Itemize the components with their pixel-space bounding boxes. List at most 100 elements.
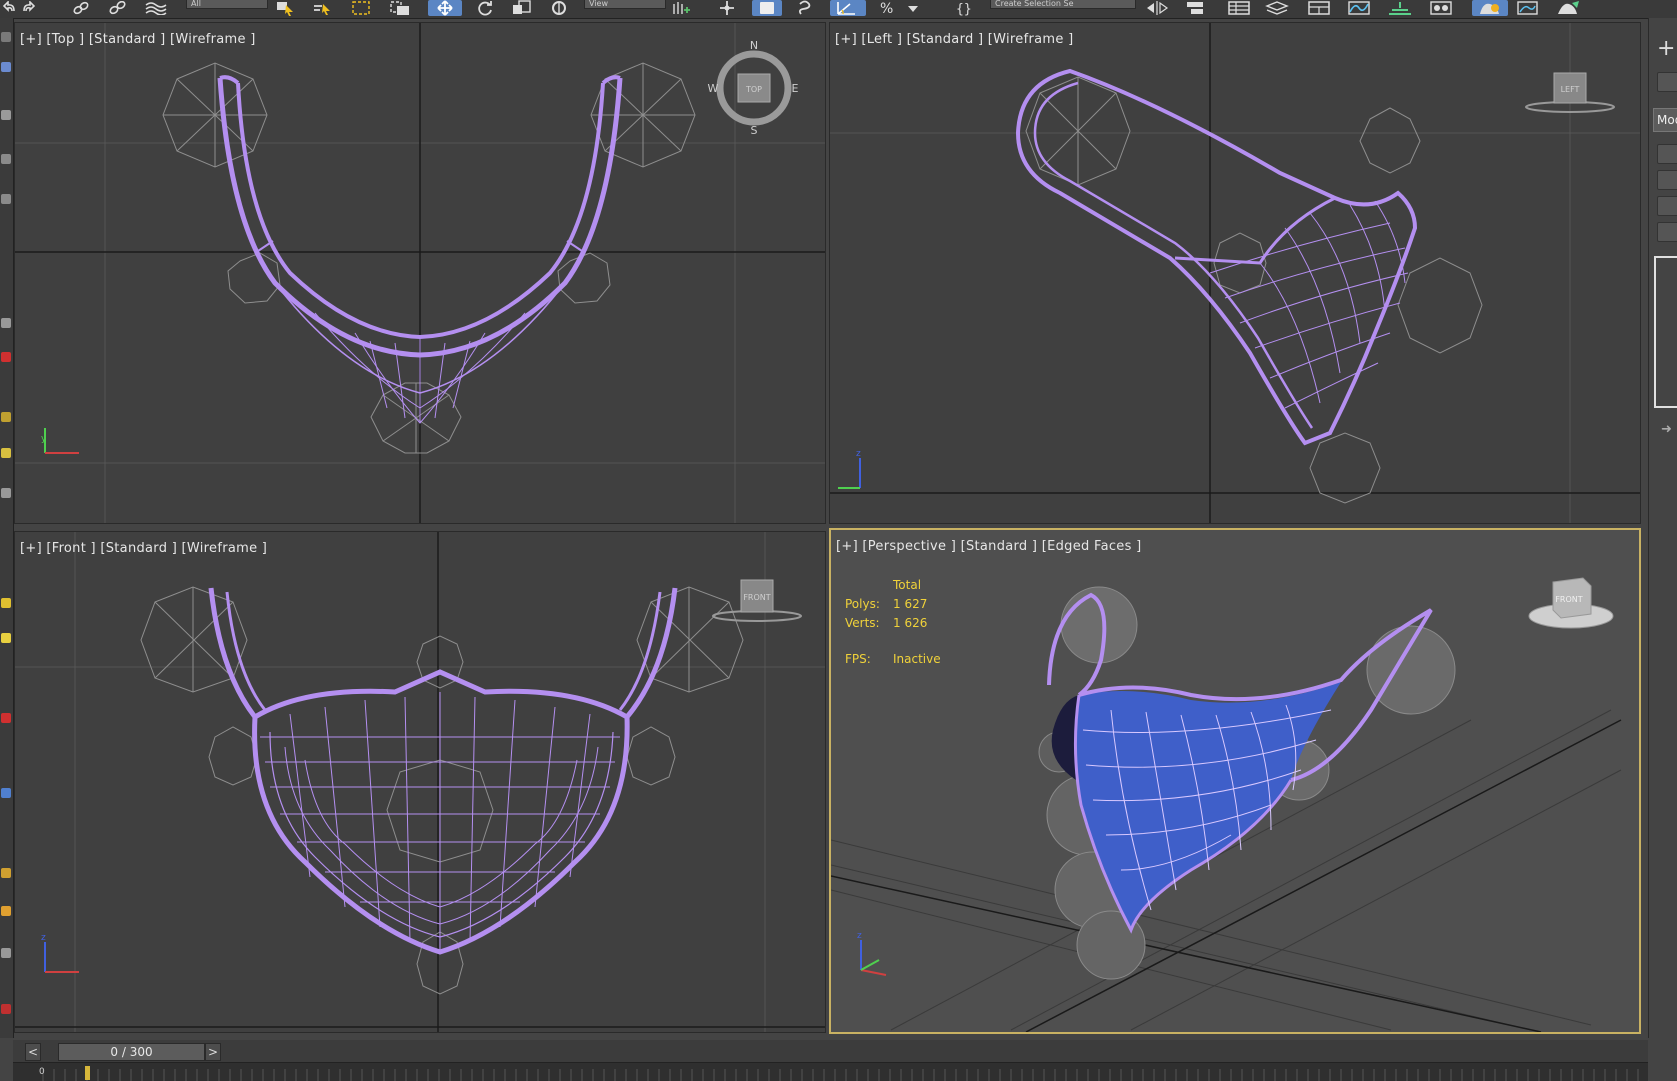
tool-icon[interactable] bbox=[1, 713, 11, 723]
tool-icon[interactable] bbox=[1, 488, 11, 498]
window-crossing-icon[interactable] bbox=[388, 0, 412, 16]
axis-tripod: z bbox=[41, 933, 79, 973]
toggle-scene-explorer-icon[interactable] bbox=[1226, 0, 1252, 16]
angle-snap-icon[interactable] bbox=[830, 0, 866, 16]
viewcube[interactable]: FRONT bbox=[1528, 577, 1614, 629]
stats-polys-value: 1 627 bbox=[893, 597, 928, 611]
left-tool-strip bbox=[0, 18, 14, 1038]
compass-east: E bbox=[792, 82, 799, 95]
panel-button[interactable] bbox=[1657, 170, 1677, 190]
tool-icon[interactable] bbox=[1, 110, 11, 120]
align-icon[interactable] bbox=[1184, 0, 1208, 16]
select-and-scale-icon[interactable] bbox=[510, 0, 536, 16]
axis-y-label: y bbox=[41, 434, 47, 444]
axis-tripod: z bbox=[857, 931, 887, 976]
tool-icon[interactable] bbox=[1, 154, 11, 164]
tool-icon[interactable] bbox=[1, 906, 11, 916]
undo-icon[interactable] bbox=[2, 0, 18, 16]
viewport-label-left[interactable]: [+] [Left ] [Standard ] [Wireframe ] bbox=[835, 32, 1073, 47]
pin-stack-icon[interactable]: ➜ bbox=[1661, 422, 1672, 437]
create-tab-plus-icon[interactable]: + bbox=[1657, 38, 1675, 60]
modifier-list-dropdown[interactable]: Mod bbox=[1653, 108, 1677, 132]
tool-icon[interactable] bbox=[1, 598, 11, 608]
time-slider[interactable]: 0 / 300 bbox=[58, 1043, 205, 1061]
stats-verts-value: 1 626 bbox=[893, 616, 928, 630]
reference-coordinate-field[interactable]: View bbox=[584, 0, 666, 9]
select-and-rotate-icon[interactable] bbox=[474, 0, 496, 16]
axis-tripod: y bbox=[41, 428, 79, 454]
snaps-toggle-icon[interactable] bbox=[796, 0, 814, 16]
rectangular-selection-icon[interactable] bbox=[350, 0, 374, 16]
time-slider-bar: < 0 / 300 > bbox=[13, 1040, 1648, 1062]
edit-named-selection-icon[interactable]: {} bbox=[954, 0, 978, 16]
tool-icon[interactable] bbox=[1, 633, 11, 643]
keyboard-shortcut-override-icon[interactable] bbox=[752, 0, 782, 16]
tool-icon[interactable] bbox=[1, 788, 11, 798]
select-object-icon[interactable] bbox=[274, 0, 296, 16]
curve-editor-icon[interactable] bbox=[1346, 0, 1372, 16]
tool-icon[interactable] bbox=[1, 868, 11, 878]
toggle-layer-explorer-icon[interactable] bbox=[1264, 0, 1290, 16]
unlink-icon[interactable] bbox=[106, 0, 128, 16]
tool-icon[interactable] bbox=[1, 448, 11, 458]
percent-snap-icon[interactable]: % bbox=[876, 0, 898, 16]
tool-icon[interactable] bbox=[1, 32, 11, 42]
panel-button[interactable] bbox=[1657, 144, 1677, 164]
schematic-view-icon[interactable] bbox=[1386, 0, 1414, 16]
stats-fps-label: FPS: bbox=[845, 652, 871, 666]
perspective-scene: z FRONT bbox=[831, 577, 1622, 1032]
spinner-snap-icon[interactable] bbox=[904, 0, 922, 16]
viewcube-label-front: FRONT bbox=[743, 593, 770, 602]
track-bar[interactable]: 0 bbox=[13, 1062, 1648, 1081]
select-and-manipulate-icon[interactable] bbox=[716, 0, 738, 16]
viewport-left[interactable]: z LEFT [+] [Left ] [Standard ] [Wirefram… bbox=[829, 22, 1641, 524]
select-and-move-icon[interactable] bbox=[428, 0, 462, 16]
viewport-perspective[interactable]: z FRONT [+] [Perspective ] [Standard ] [… bbox=[829, 528, 1641, 1034]
rendered-frame-window-icon[interactable] bbox=[1514, 0, 1542, 16]
tool-icon[interactable] bbox=[1, 412, 11, 422]
viewport-top[interactable]: y TOP N S E W [+] [Top ] [Standard ] [Wi… bbox=[14, 22, 826, 524]
material-editor-icon[interactable] bbox=[1428, 0, 1454, 16]
viewcube-compass[interactable]: TOP N S E W bbox=[708, 39, 799, 137]
stats-polys-label: Polys: bbox=[845, 597, 880, 611]
tool-icon[interactable] bbox=[1, 1004, 11, 1014]
select-and-place-icon[interactable] bbox=[548, 0, 572, 16]
redo-icon[interactable] bbox=[20, 0, 36, 16]
named-selection-set-field[interactable]: Create Selection Se bbox=[990, 0, 1136, 9]
viewport-label-top[interactable]: [+] [Top ] [Standard ] [Wireframe ] bbox=[20, 32, 256, 47]
time-next-button[interactable]: > bbox=[205, 1043, 221, 1061]
viewport-label-front[interactable]: [+] [Front ] [Standard ] [Wireframe ] bbox=[20, 541, 267, 556]
viewport-label-perspective[interactable]: [+] [Perspective ] [Standard ] [Edged Fa… bbox=[836, 539, 1141, 554]
render-setup-icon[interactable] bbox=[1472, 0, 1508, 16]
panel-button[interactable] bbox=[1657, 222, 1677, 242]
mirror-icon[interactable] bbox=[1144, 0, 1170, 16]
time-prev-button[interactable]: < bbox=[25, 1043, 41, 1061]
axis-tripod: z bbox=[838, 449, 861, 489]
track-ticks bbox=[42, 1069, 1639, 1081]
compass-south: S bbox=[751, 124, 758, 137]
tool-icon[interactable] bbox=[1, 318, 11, 328]
current-frame-marker[interactable] bbox=[85, 1066, 90, 1080]
bind-space-warp-icon[interactable] bbox=[143, 0, 169, 16]
panel-button[interactable] bbox=[1657, 196, 1677, 216]
tool-icon[interactable] bbox=[1, 352, 11, 362]
axis-z-label: z bbox=[41, 933, 46, 943]
tool-icon[interactable] bbox=[1, 948, 11, 958]
axis-z-label: z bbox=[857, 931, 862, 941]
viewport-front[interactable]: z FRONT [+] [Front ] [Standard ] [Wirefr… bbox=[14, 531, 826, 1033]
main-toolbar: All View % {} Create Selection Se bbox=[0, 0, 1677, 19]
viewcube-label-top: TOP bbox=[745, 85, 762, 94]
tool-icon[interactable] bbox=[1, 194, 11, 204]
toggle-ribbon-icon[interactable] bbox=[1306, 0, 1332, 16]
stats-total-label: Total bbox=[893, 578, 922, 592]
command-panel: + Mod ➜ bbox=[1648, 18, 1677, 1038]
selection-filter-field[interactable]: All bbox=[186, 0, 268, 9]
link-icon[interactable] bbox=[70, 0, 92, 16]
panel-button[interactable] bbox=[1657, 72, 1677, 92]
use-pivot-center-icon[interactable] bbox=[668, 0, 694, 16]
tool-icon[interactable] bbox=[1, 62, 11, 72]
modifier-stack-box[interactable] bbox=[1654, 256, 1677, 408]
select-by-name-icon[interactable] bbox=[312, 0, 334, 16]
render-production-icon[interactable] bbox=[1554, 0, 1582, 16]
mask-wireframe bbox=[208, 587, 678, 955]
